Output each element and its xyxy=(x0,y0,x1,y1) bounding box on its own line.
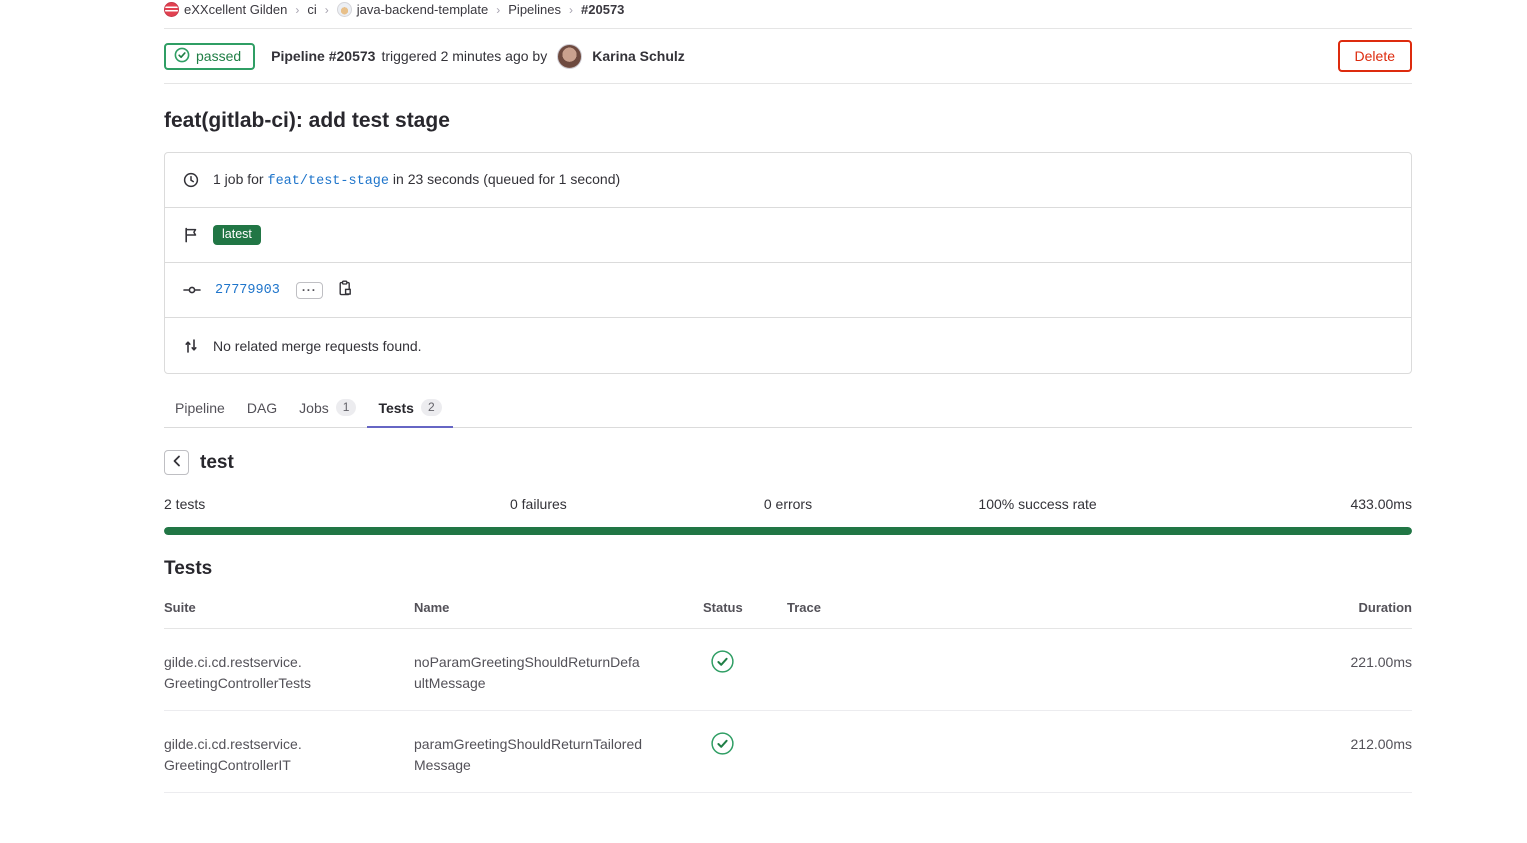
suite-stats: 2 tests 0 failures 0 errors 100% success… xyxy=(164,496,1412,512)
pipeline-info-card: 1 job for feat/test-stage in 23 seconds … xyxy=(164,152,1412,374)
breadcrumb-pipeline-number: #20573 xyxy=(581,2,624,17)
project-avatar xyxy=(337,2,352,17)
success-progress-fill xyxy=(164,527,1412,535)
chevron-right-icon: › xyxy=(496,3,500,17)
breadcrumb-pipelines-label: Pipelines xyxy=(508,2,561,17)
stat-success-rate: 100% success rate xyxy=(913,496,1163,512)
group-avatar xyxy=(164,2,179,17)
table-row: gilde.ci.cd.restservice. GreetingControl… xyxy=(164,711,1412,793)
trace-cell xyxy=(787,711,1247,793)
tab-pipeline-label: Pipeline xyxy=(175,400,225,416)
commit-description-toggle[interactable]: ··· xyxy=(296,282,323,299)
status-cell xyxy=(703,629,787,711)
table-row: gilde.ci.cd.restservice. GreetingControl… xyxy=(164,629,1412,711)
author-name[interactable]: Karina Schulz xyxy=(592,48,685,64)
test-name-text: noParamGreetingShouldReturnDefa ultMessa… xyxy=(414,652,703,694)
breadcrumb-project-link[interactable]: java-backend-template xyxy=(337,2,489,17)
test-suite-header: test xyxy=(164,450,1412,475)
breadcrumb-project-label: java-backend-template xyxy=(357,2,489,17)
job-duration-text: in 23 seconds (queued for 1 second) xyxy=(393,171,620,187)
column-header-suite: Suite xyxy=(164,590,414,629)
breadcrumb-pipelines-link[interactable]: Pipelines xyxy=(508,2,561,17)
breadcrumb-group-link[interactable]: eXXcellent Gilden xyxy=(164,2,287,17)
tab-dag-label: DAG xyxy=(247,400,277,416)
status-cell xyxy=(703,711,787,793)
suite-name: test xyxy=(200,452,234,474)
breadcrumb-subgroup-label: ci xyxy=(307,2,316,17)
merge-request-icon xyxy=(183,338,199,354)
tab-jobs[interactable]: Jobs 1 xyxy=(288,390,367,428)
chevron-left-icon xyxy=(172,455,181,470)
latest-badge: latest xyxy=(213,225,261,245)
commit-sha-link[interactable]: 27779903 xyxy=(215,283,280,298)
job-summary-row: 1 job for feat/test-stage in 23 seconds … xyxy=(165,153,1411,208)
chevron-right-icon: › xyxy=(295,3,299,17)
stat-errors: 0 errors xyxy=(663,496,913,512)
tests-count-badge: 2 xyxy=(421,399,442,416)
column-header-name: Name xyxy=(414,590,703,629)
tests-heading: Tests xyxy=(164,558,1412,580)
author-avatar[interactable] xyxy=(557,44,582,69)
tab-pipeline[interactable]: Pipeline xyxy=(164,390,236,428)
job-summary-text: 1 job for feat/test-stage in 23 seconds … xyxy=(213,171,620,189)
copy-sha-button[interactable] xyxy=(337,280,353,300)
test-name-text: paramGreetingShouldReturnTailored Messag… xyxy=(414,734,703,776)
tests-table-header-row: Suite Name Status Trace Duration xyxy=(164,590,1412,629)
merge-request-row: No related merge requests found. xyxy=(165,318,1411,373)
pipeline-status-badge[interactable]: passed xyxy=(164,43,255,70)
suite-text: gilde.ci.cd.restservice. GreetingControl… xyxy=(164,734,414,776)
test-passed-icon xyxy=(711,650,734,679)
job-count-text: 1 job for xyxy=(213,171,264,187)
pipeline-header: passed Pipeline #20573 triggered 2 minut… xyxy=(164,29,1412,84)
pipeline-meta: Pipeline #20573 triggered 2 minutes ago … xyxy=(271,44,685,69)
suite-cell: gilde.ci.cd.restservice. GreetingControl… xyxy=(164,629,414,711)
stat-total-tests: 2 tests xyxy=(164,496,414,512)
chevron-right-icon: › xyxy=(325,3,329,17)
column-header-duration: Duration xyxy=(1247,590,1412,629)
tab-jobs-label: Jobs xyxy=(299,400,329,416)
pipeline-header-left: passed Pipeline #20573 triggered 2 minut… xyxy=(164,43,685,70)
column-header-trace: Trace xyxy=(787,590,1247,629)
flag-icon xyxy=(183,227,199,243)
jobs-count-badge: 1 xyxy=(336,399,357,416)
stat-duration: 433.00ms xyxy=(1162,496,1412,512)
latest-row: latest xyxy=(165,208,1411,263)
success-progress-bar xyxy=(164,527,1412,535)
name-cell: paramGreetingShouldReturnTailored Messag… xyxy=(414,711,703,793)
name-cell: noParamGreetingShouldReturnDefa ultMessa… xyxy=(414,629,703,711)
clock-icon xyxy=(183,172,199,188)
pipeline-page: eXXcellent Gilden › ci › java-backend-te… xyxy=(164,0,1412,793)
stat-failures: 0 failures xyxy=(414,496,664,512)
duration-cell: 212.00ms xyxy=(1247,711,1412,793)
clipboard-icon xyxy=(337,280,353,300)
column-header-status: Status xyxy=(703,590,787,629)
test-passed-icon xyxy=(711,732,734,761)
pipeline-tabs: Pipeline DAG Jobs 1 Tests 2 xyxy=(164,390,1412,428)
commit-row: 27779903 ··· xyxy=(165,263,1411,318)
commit-title: feat(gitlab-ci): add test stage xyxy=(164,109,1412,133)
branch-link[interactable]: feat/test-stage xyxy=(267,174,389,189)
duration-cell: 221.00ms xyxy=(1247,629,1412,711)
chevron-right-icon: › xyxy=(569,3,573,17)
delete-pipeline-button[interactable]: Delete xyxy=(1338,40,1412,72)
tab-dag[interactable]: DAG xyxy=(236,390,288,428)
tab-tests[interactable]: Tests 2 xyxy=(367,390,452,428)
suite-cell: gilde.ci.cd.restservice. GreetingControl… xyxy=(164,711,414,793)
no-merge-requests-text: No related merge requests found. xyxy=(213,338,422,354)
status-badge-label: passed xyxy=(196,48,241,64)
commit-icon xyxy=(183,282,201,298)
back-button[interactable] xyxy=(164,450,189,475)
trace-cell xyxy=(787,629,1247,711)
triggered-text: triggered 2 minutes ago by xyxy=(381,48,547,64)
tab-tests-label: Tests xyxy=(378,400,414,416)
breadcrumb: eXXcellent Gilden › ci › java-backend-te… xyxy=(164,0,1412,29)
passed-check-icon xyxy=(174,47,190,66)
tests-table: Suite Name Status Trace Duration gilde.c… xyxy=(164,590,1412,793)
breadcrumb-group-label: eXXcellent Gilden xyxy=(184,2,287,17)
breadcrumb-subgroup-link[interactable]: ci xyxy=(307,2,316,17)
pipeline-number-label: Pipeline #20573 xyxy=(271,48,375,64)
suite-text: gilde.ci.cd.restservice. GreetingControl… xyxy=(164,652,414,694)
